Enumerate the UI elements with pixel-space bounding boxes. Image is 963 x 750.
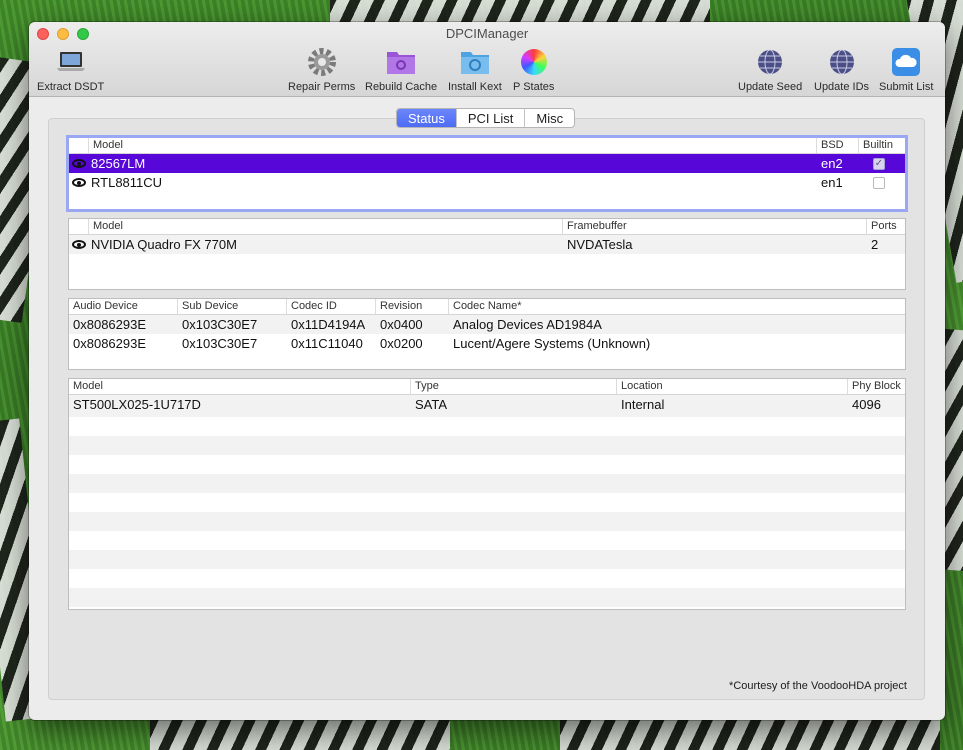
audio-codec-name-cell: Lucent/Agere Systems (Unknown) — [453, 336, 651, 351]
audio-sub-device-cell: 0x103C30E7 — [182, 317, 258, 332]
p-states-button[interactable]: P States — [513, 46, 554, 93]
table-row[interactable]: 0x8086293E 0x103C30E7 0x11C11040 0x0200 … — [69, 334, 905, 353]
storage-header-phy-block[interactable]: Phy Block — [848, 379, 905, 394]
audio-revision-cell: 0x0200 — [380, 336, 423, 351]
audio-sub-device-cell: 0x103C30E7 — [182, 336, 258, 351]
audio-header-revision[interactable]: Revision — [376, 299, 449, 314]
builtin-checkbox[interactable] — [873, 176, 885, 189]
table-row[interactable]: 0x8086293E 0x103C30E7 0x11D4194A 0x0400 … — [69, 315, 905, 334]
storage-phy-block-cell: 4096 — [852, 397, 881, 412]
audio-device-cell: 0x8086293E — [73, 336, 147, 351]
network-header-model[interactable]: Model — [89, 138, 817, 153]
storage-header-type[interactable]: Type — [411, 379, 617, 394]
graphics-table[interactable]: Model Framebuffer Ports NVIDIA Quadro FX… — [68, 218, 906, 290]
tab-status[interactable]: Status — [397, 109, 457, 127]
network-model-cell: RTL8811CU — [91, 175, 163, 190]
submit-list-button[interactable]: Submit List — [879, 46, 933, 93]
storage-header-location[interactable]: Location — [617, 379, 848, 394]
extract-dsdt-button[interactable]: Extract DSDT — [37, 46, 104, 93]
network-bsd-cell: en1 — [821, 175, 843, 190]
storage-location-cell: Internal — [621, 397, 665, 412]
globe-icon — [826, 46, 858, 78]
rebuild-cache-button[interactable]: Rebuild Cache — [365, 46, 437, 93]
folder-icon — [459, 46, 491, 78]
audio-table[interactable]: Audio Device Sub Device Codec ID Revisio… — [68, 298, 906, 370]
update-ids-label: Update IDs — [814, 81, 870, 93]
app-window: DPCIManager Extract DSDT Repair Perms Re… — [29, 22, 945, 720]
network-header-bsd[interactable]: BSD — [817, 138, 859, 153]
storage-table[interactable]: Model Type Location Phy Block ST500LX025… — [68, 378, 906, 610]
credit-note: *Courtesy of the VoodooHDA project — [729, 680, 907, 692]
audio-codec-id-cell: 0x11C11040 — [291, 336, 363, 351]
table-row[interactable]: ST500LX025-1U717D SATA Internal 4096 — [69, 395, 905, 414]
window-title: DPCIManager — [445, 26, 529, 41]
extract-dsdt-label: Extract DSDT — [37, 81, 105, 93]
graphics-header-model[interactable]: Model — [89, 219, 563, 234]
builtin-checkbox[interactable]: ✓ — [873, 157, 885, 170]
gear-icon — [306, 46, 338, 78]
table-row[interactable]: RTL8811CU en1 — [69, 173, 905, 192]
audio-codec-name-cell: Analog Devices AD1984A — [453, 317, 602, 332]
network-model-cell: 82567LM — [91, 156, 146, 171]
audio-header-sub-device[interactable]: Sub Device — [178, 299, 287, 314]
eye-icon[interactable] — [72, 159, 86, 169]
globe-icon — [754, 46, 786, 78]
storage-model-cell: ST500LX025-1U717D — [73, 397, 201, 412]
submit-list-label: Submit List — [879, 81, 934, 93]
laptop-icon — [55, 46, 87, 78]
toolbar: DPCIManager Extract DSDT Repair Perms Re… — [29, 22, 945, 97]
audio-header-codec-name[interactable]: Codec Name* — [449, 299, 905, 314]
install-kext-label: Install Kext — [448, 81, 502, 93]
install-kext-button[interactable]: Install Kext — [448, 46, 502, 93]
update-seed-label: Update Seed — [738, 81, 803, 93]
graphics-header-framebuffer[interactable]: Framebuffer — [563, 219, 867, 234]
tab-bar: Status PCI List Misc — [396, 108, 576, 128]
network-bsd-cell: en2 — [821, 156, 843, 171]
table-row[interactable]: 82567LM en2 ✓ — [69, 154, 905, 173]
graphics-header-ports[interactable]: Ports — [867, 219, 905, 234]
eye-icon[interactable] — [72, 178, 86, 188]
rebuild-cache-label: Rebuild Cache — [365, 81, 438, 93]
graphics-framebuffer-cell: NVDATesla — [567, 237, 633, 252]
table-row[interactable]: NVIDIA Quadro FX 770M NVDATesla 2 — [69, 235, 905, 254]
audio-revision-cell: 0x0400 — [380, 317, 423, 332]
tab-pci-list[interactable]: PCI List — [457, 109, 526, 127]
audio-header-device[interactable]: Audio Device — [69, 299, 178, 314]
network-table[interactable]: Model BSD Builtin 82567LM en2 ✓ RTL8811C… — [66, 135, 908, 212]
audio-codec-id-cell: 0x11D4194A — [291, 317, 366, 332]
color-wheel-icon — [518, 46, 550, 78]
network-header-builtin[interactable]: Builtin — [859, 138, 905, 153]
storage-type-cell: SATA — [415, 397, 448, 412]
update-seed-button[interactable]: Update Seed — [738, 46, 802, 93]
tab-misc[interactable]: Misc — [525, 109, 574, 127]
p-states-label: P States — [513, 81, 555, 93]
cloud-icon — [890, 46, 922, 78]
audio-header-codec-id[interactable]: Codec ID — [287, 299, 376, 314]
update-ids-button[interactable]: Update IDs — [814, 46, 869, 93]
repair-perms-label: Repair Perms — [288, 81, 356, 93]
graphics-model-cell: NVIDIA Quadro FX 770M — [91, 237, 237, 252]
eye-icon[interactable] — [72, 240, 86, 250]
storage-header-model[interactable]: Model — [69, 379, 411, 394]
graphics-ports-cell: 2 — [871, 237, 879, 252]
repair-perms-button[interactable]: Repair Perms — [288, 46, 355, 93]
folder-icon — [385, 46, 417, 78]
audio-device-cell: 0x8086293E — [73, 317, 147, 332]
